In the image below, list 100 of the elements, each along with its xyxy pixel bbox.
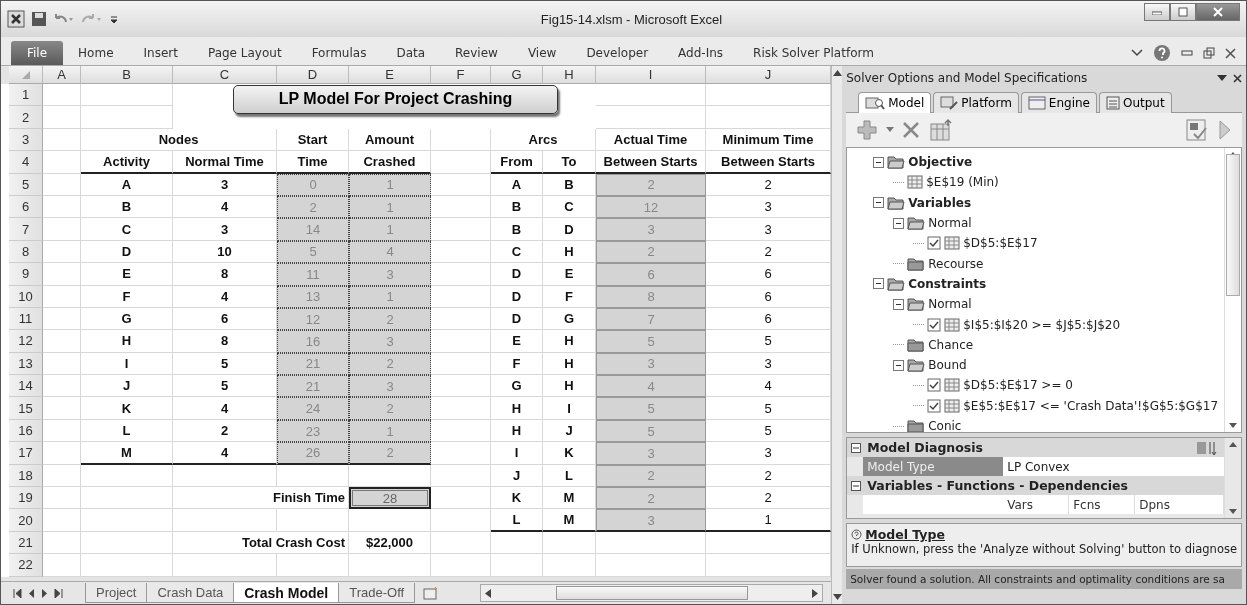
sort-icon[interactable] — [1196, 439, 1218, 456]
table-cell[interactable]: 2 — [706, 240, 831, 264]
table-cell[interactable]: H — [543, 375, 596, 398]
restore-icon[interactable] — [1203, 47, 1215, 59]
collapse-toggle[interactable] — [873, 197, 885, 209]
table-cell[interactable]: 4 — [173, 397, 277, 420]
table-cell[interactable]: H — [543, 330, 596, 353]
table-cell[interactable]: 3 — [706, 218, 831, 241]
close-icon[interactable] — [1233, 73, 1242, 83]
caret-icon[interactable] — [886, 127, 895, 133]
tree-item[interactable]: Chance — [928, 337, 974, 352]
row-header[interactable]: 1 — [9, 84, 43, 107]
table-cell[interactable]: Between Starts — [706, 151, 831, 174]
table-cell[interactable]: 6 — [706, 307, 831, 331]
checked-checkbox-icon[interactable] — [927, 317, 942, 332]
table-cell[interactable]: G — [543, 307, 596, 331]
table-cell[interactable]: C — [491, 240, 543, 264]
ribbon-tab[interactable]: View — [512, 41, 572, 65]
table-cell[interactable]: D — [81, 240, 173, 264]
row-header[interactable]: 9 — [9, 263, 43, 286]
row-header[interactable]: 12 — [9, 330, 43, 353]
collapse-toggle[interactable] — [893, 359, 905, 371]
minimize-icon[interactable] — [1181, 50, 1193, 56]
row-header[interactable]: 15 — [9, 397, 43, 420]
table-cell[interactable]: 28 — [349, 487, 431, 510]
table-cell[interactable]: H — [81, 330, 173, 353]
check-sheet-icon[interactable] — [1184, 118, 1210, 142]
table-cell[interactable]: D — [491, 263, 543, 286]
table-cell[interactable]: 5 — [173, 352, 277, 376]
row-header[interactable]: 7 — [9, 218, 43, 241]
table-cell[interactable]: B — [81, 195, 173, 219]
table-cell[interactable]: D — [491, 307, 543, 331]
empty-cell[interactable] — [543, 531, 596, 555]
row-header[interactable]: 14 — [9, 375, 43, 398]
empty-cell[interactable] — [431, 554, 491, 577]
table-cell[interactable]: F — [81, 285, 173, 308]
table-cell[interactable]: Finish Time — [173, 487, 349, 510]
right-arrow-icon[interactable] — [812, 588, 818, 598]
empty-cell[interactable] — [173, 554, 277, 577]
table-cell[interactable]: L — [491, 509, 543, 532]
table-cell[interactable]: Start — [277, 128, 349, 152]
table-cell[interactable]: Activity — [81, 151, 173, 174]
row-header[interactable]: 22 — [9, 554, 43, 577]
table-cell[interactable]: D — [491, 285, 543, 308]
row-header[interactable]: 11 — [9, 307, 43, 331]
save-icon[interactable] — [31, 11, 47, 27]
previous-sheet-icon[interactable] — [28, 588, 35, 598]
scroll-thumb[interactable] — [555, 586, 748, 600]
minimize-button[interactable] — [1144, 3, 1170, 21]
table-cell[interactable]: 10 — [173, 240, 277, 264]
table-cell[interactable]: M — [543, 487, 596, 510]
table-cell[interactable]: B — [491, 195, 543, 219]
row-header[interactable]: 18 — [9, 464, 43, 488]
table-cell[interactable]: 1 — [706, 509, 831, 532]
table-cell[interactable]: H — [491, 419, 543, 443]
empty-cell[interactable] — [596, 84, 706, 107]
table-cell[interactable]: 6 — [706, 285, 831, 308]
row-header[interactable]: 21 — [9, 531, 43, 555]
tree-item[interactable]: $I$5:$I$20 >= $J$5:$J$20 — [963, 317, 1121, 332]
up-arrow-icon[interactable] — [1229, 442, 1237, 447]
down-arrow-icon[interactable] — [1229, 509, 1237, 514]
table-cell[interactable]: F — [543, 285, 596, 308]
empty-cell[interactable] — [277, 509, 349, 532]
checked-checkbox-icon[interactable] — [927, 378, 942, 393]
tree-item[interactable]: Normal — [928, 297, 972, 312]
table-cell[interactable]: G — [491, 375, 543, 398]
ribbon-tab[interactable]: Developer — [571, 41, 664, 65]
table-cell[interactable]: E — [81, 263, 173, 286]
table-cell[interactable]: 8 — [173, 263, 277, 286]
table-cell[interactable]: 2 — [173, 419, 277, 443]
tree-item[interactable]: Constraints — [908, 276, 987, 291]
ribbon-tab[interactable]: Home — [63, 41, 129, 65]
empty-cell[interactable] — [81, 554, 173, 577]
empty-cell[interactable] — [173, 509, 277, 532]
table-cell[interactable]: Time — [277, 151, 349, 174]
tree-item[interactable]: $E$19 (Min) — [926, 175, 999, 190]
row-header[interactable]: 4 — [9, 151, 43, 174]
pane-tab[interactable]: Platform — [933, 92, 1019, 113]
table-cell[interactable]: Amount — [349, 128, 431, 152]
tree-item[interactable]: Variables — [908, 195, 972, 210]
column-header[interactable]: F — [431, 66, 491, 84]
sheet-tab[interactable]: Crash Model — [233, 583, 340, 603]
table-cell[interactable]: 5 — [173, 375, 277, 398]
collapse-toggle[interactable] — [851, 442, 862, 453]
table-cell[interactable]: To — [543, 151, 596, 174]
play-icon[interactable] — [1218, 119, 1232, 141]
table-cell[interactable]: Nodes — [81, 128, 277, 152]
table-cell[interactable]: 3 — [706, 195, 831, 219]
up-arrow-icon[interactable] — [832, 70, 842, 76]
table-cell[interactable]: E — [491, 330, 543, 353]
table-cell[interactable]: 5 — [706, 330, 831, 353]
table-cell[interactable]: C — [81, 218, 173, 241]
table-cell[interactable]: A — [491, 173, 543, 196]
tree-item[interactable]: Objective — [908, 155, 973, 170]
table-cell[interactable]: 2 — [706, 487, 831, 510]
empty-cell[interactable] — [543, 554, 596, 577]
checked-checkbox-icon[interactable] — [927, 236, 942, 251]
empty-cell[interactable] — [596, 554, 706, 577]
empty-cell[interactable] — [349, 509, 431, 532]
ribbon-tab[interactable]: Risk Solver Platform — [738, 41, 889, 65]
